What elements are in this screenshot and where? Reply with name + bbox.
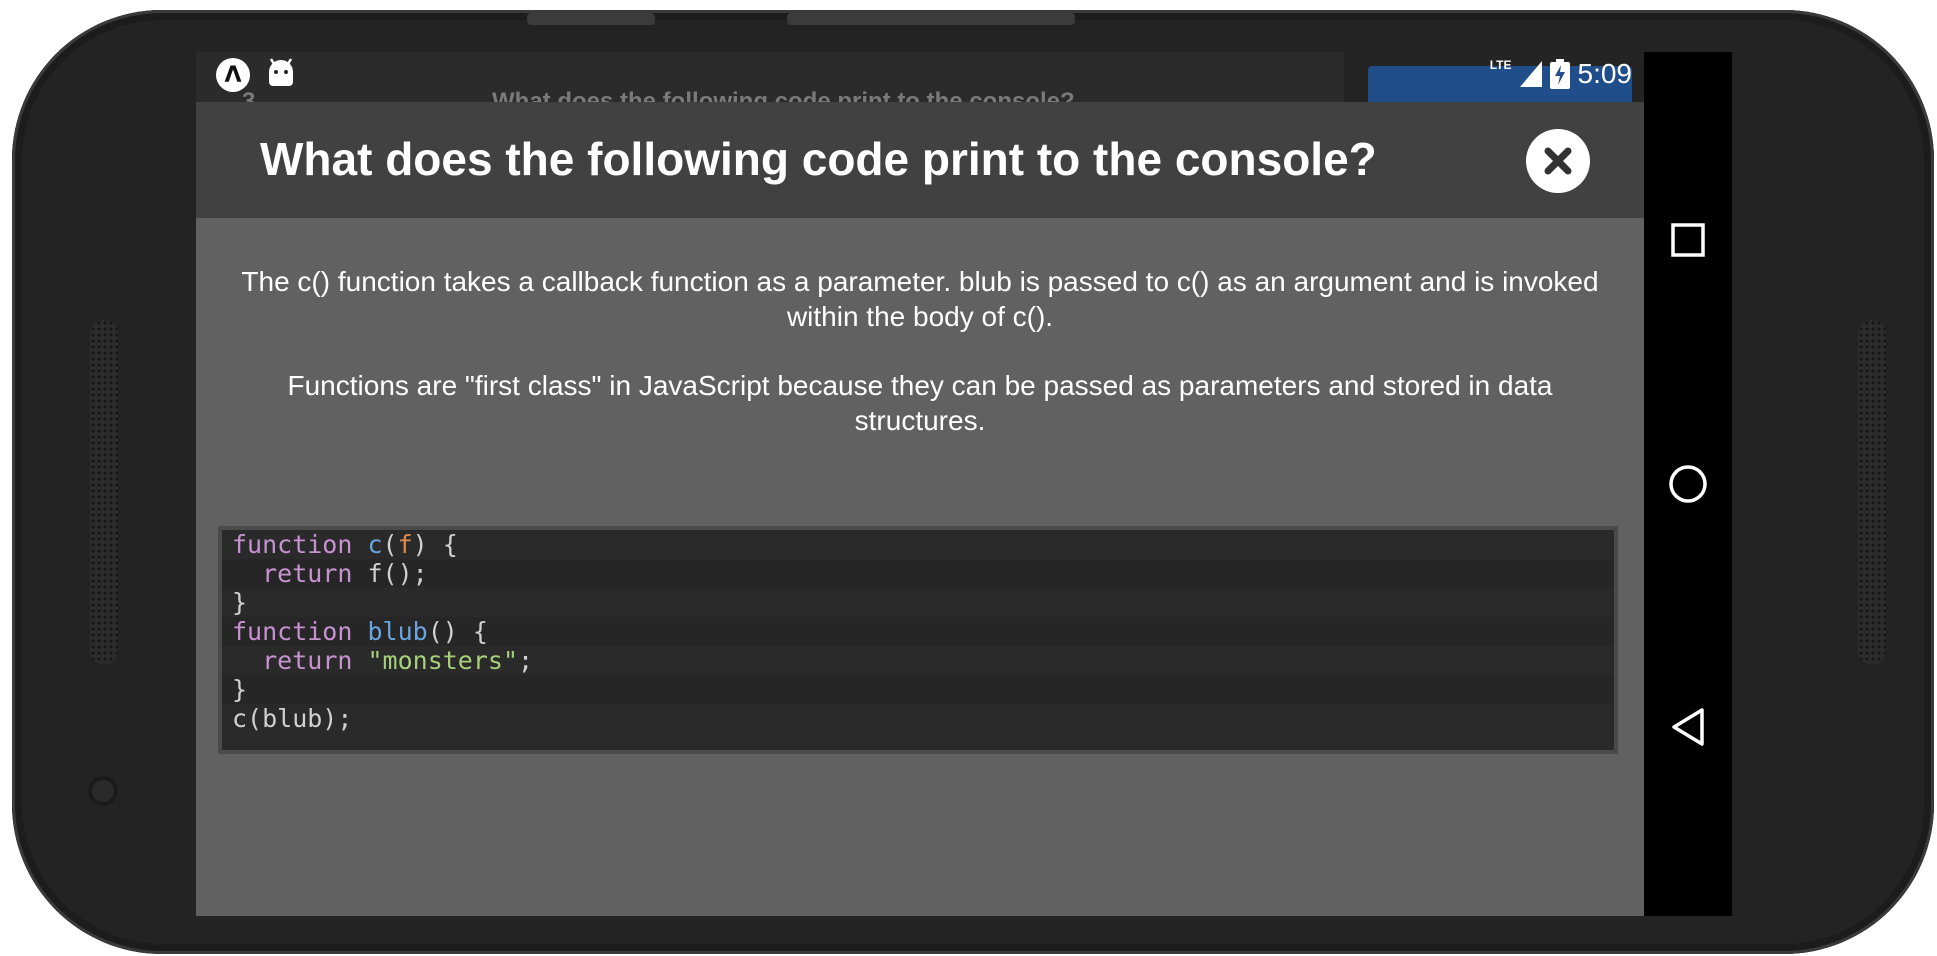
code-line: }: [222, 675, 1614, 704]
code-token: }: [232, 675, 248, 704]
modal-body: The c() function takes a callback functi…: [196, 218, 1644, 916]
explanation-paragraph-1: The c() function takes a callback functi…: [241, 266, 1599, 332]
code-token: ) {: [412, 530, 458, 559]
code-token: blub: [367, 617, 428, 646]
code-token: c: [367, 530, 383, 559]
code-line: function c(f) {: [222, 530, 1614, 559]
code-line: return f();: [222, 559, 1614, 588]
code-token: (: [382, 530, 398, 559]
home-button[interactable]: [1646, 449, 1730, 519]
network-label: LTE: [1489, 58, 1512, 72]
code-token: function: [232, 530, 353, 559]
code-token: () {: [427, 617, 488, 646]
square-icon: [1671, 223, 1705, 257]
explanation-paragraph-2: Functions are "first class" in JavaScrip…: [287, 370, 1553, 436]
volume-button: [527, 13, 655, 25]
code-line: return "monsters";: [222, 646, 1614, 675]
modal-title: What does the following code print to th…: [260, 133, 1377, 185]
speaker-grille-right: [1858, 320, 1886, 665]
power-button: [787, 13, 1075, 25]
close-button[interactable]: [1526, 129, 1590, 193]
speaker-grille-left: [90, 320, 118, 665]
code-block: function c(f) { return f();} function blu…: [218, 526, 1618, 754]
code-token: c(blub);: [232, 704, 353, 733]
circle-icon: [1669, 465, 1707, 503]
front-camera: [88, 776, 118, 806]
code-line: }: [222, 588, 1614, 617]
battery-charging-icon: [1549, 59, 1570, 89]
modal-header: What does the following code print to th…: [196, 102, 1644, 218]
code-line: c(blub);: [222, 704, 1614, 733]
screen: 3 What does the following code print to …: [196, 52, 1644, 916]
a-icon: Λ: [216, 58, 250, 92]
code-token: ;: [518, 646, 534, 675]
status-bar: Λ LTE 5:09: [196, 52, 1644, 102]
code-token: f();: [352, 559, 428, 588]
code-token: return: [262, 559, 353, 588]
back-button[interactable]: [1646, 692, 1730, 762]
code-token: function: [232, 617, 353, 646]
status-time: 5:09: [1577, 58, 1633, 89]
code-token: "monsters": [367, 646, 518, 675]
back-triangle-icon: [1672, 708, 1704, 746]
code-token: return: [262, 646, 353, 675]
recents-button[interactable]: [1646, 205, 1730, 275]
status-right: LTE 5:09: [1490, 58, 1632, 90]
code-token: f: [397, 530, 413, 559]
code-token: }: [232, 588, 248, 617]
code-line: function blub() {: [222, 617, 1614, 646]
close-icon: [1544, 147, 1572, 175]
signal-icon: [1519, 61, 1542, 87]
android-icon: [266, 58, 296, 95]
